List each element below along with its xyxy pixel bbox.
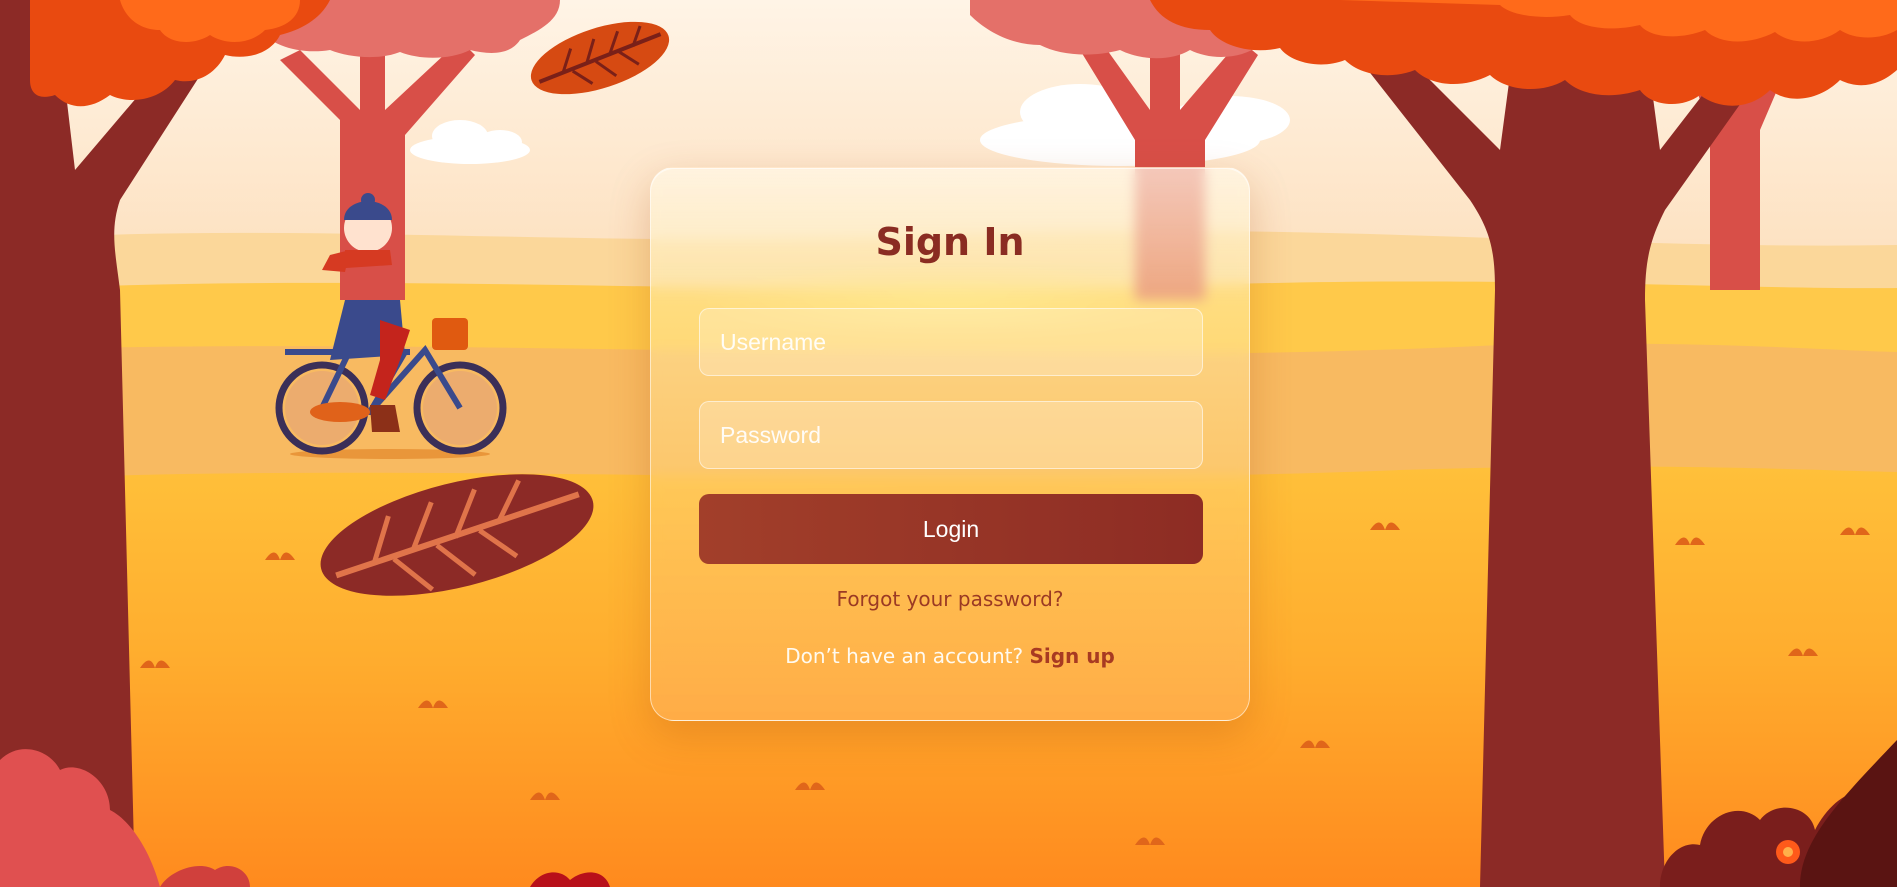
password-input[interactable] [699, 401, 1203, 469]
flower-icon [1776, 840, 1800, 864]
sign-in-title: Sign In [875, 220, 1025, 264]
sign-in-card: Sign In Login Forgot your password? Don’… [650, 167, 1250, 721]
login-button[interactable]: Login [699, 494, 1203, 564]
signup-prompt: Don’t have an account? Sign up [651, 644, 1249, 668]
forgot-password-link[interactable]: Forgot your password? [651, 587, 1249, 611]
signup-link[interactable]: Sign up [1029, 644, 1114, 668]
username-input[interactable] [699, 308, 1203, 376]
no-account-text: Don’t have an account? [785, 644, 1030, 668]
